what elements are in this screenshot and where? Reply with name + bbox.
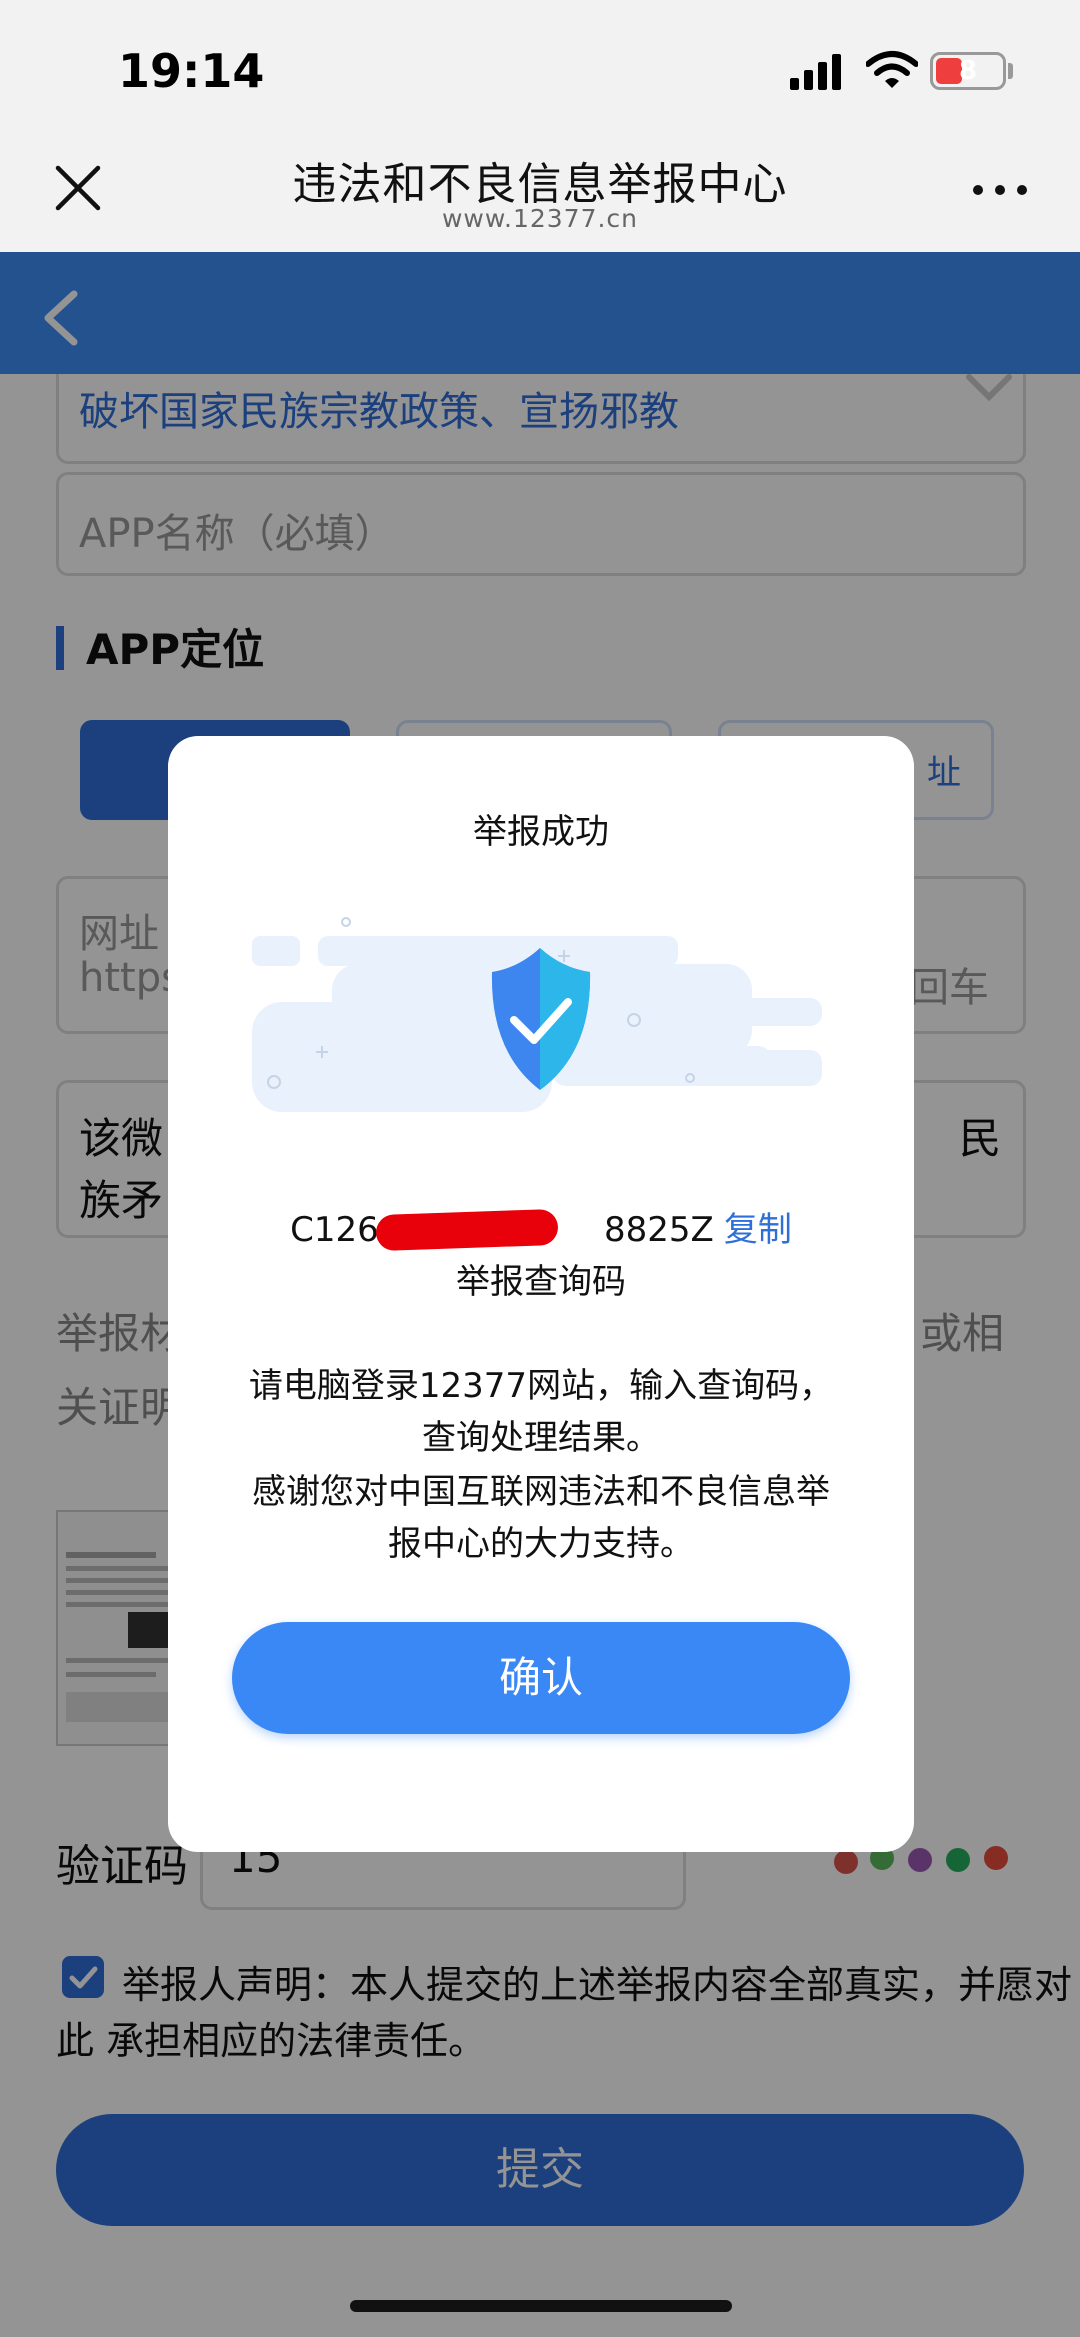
redaction-mark <box>375 1208 559 1252</box>
query-code-suffix: 8825Z <box>604 1210 714 1250</box>
copy-link[interactable]: 复制 <box>724 1210 792 1250</box>
query-code-caption: 举报查询码 <box>456 1262 626 1302</box>
status-time: 19:14 <box>118 44 265 98</box>
query-code: C12608 8825Z <box>290 1208 714 1252</box>
more-options-icon[interactable] <box>970 180 1030 200</box>
dialog-message-line: 感谢您对中国互联网违法和不良信息举 <box>252 1472 830 1512</box>
page-url: www.12377.cn <box>441 204 639 233</box>
dialog-message-line: 请电脑登录12377网站，输入查询码， <box>248 1366 834 1406</box>
page-title: 违法和不良信息举报中心 <box>292 159 788 210</box>
query-code-row: C12608 8825Z 复制 <box>168 1202 914 1252</box>
battery-icon: 8 <box>930 52 1006 90</box>
close-icon[interactable] <box>50 160 106 216</box>
success-dialog: 举报成功 C12608 8825Z 复制 举报查询码 请电脑登录12377网站，输入… <box>168 736 914 1852</box>
home-indicator <box>350 2300 732 2312</box>
dialog-message-line: 查询处理结果。 <box>422 1418 660 1458</box>
confirm-button[interactable]: 确认 <box>232 1622 850 1734</box>
shield-check-icon <box>252 917 822 1112</box>
dialog-message-line: 报中心的大力支持。 <box>388 1524 694 1564</box>
wifi-icon <box>866 51 918 88</box>
cellular-signal-icon <box>790 54 841 90</box>
dialog-title: 举报成功 <box>473 812 609 852</box>
battery-level: 8 <box>958 56 978 86</box>
battery-tip <box>1008 63 1013 79</box>
